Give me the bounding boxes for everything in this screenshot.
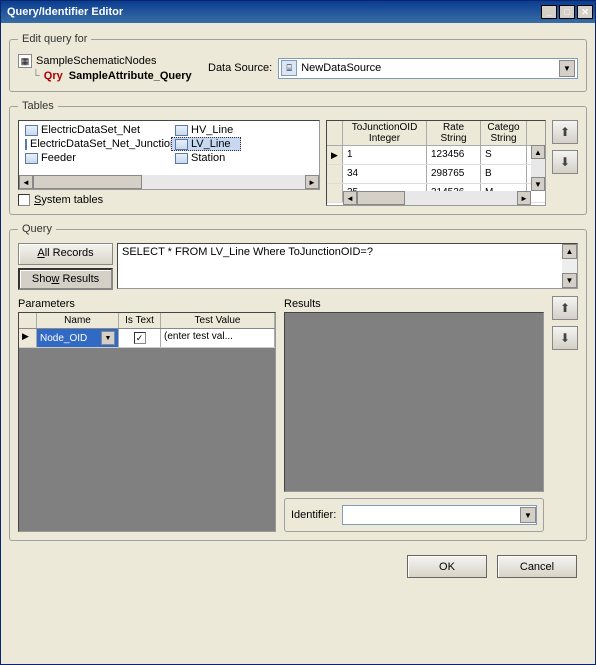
table-item-selected[interactable]: LV_Line: [171, 137, 241, 151]
tree-connector-icon: └: [32, 70, 40, 82]
parameters-grid[interactable]: Name Is Text Test Value ▶ Node_OID ▼: [18, 312, 276, 532]
move-down-button[interactable]: ⬇: [552, 150, 578, 174]
datasource-icon: ⌸: [281, 60, 297, 76]
tables-hscroll[interactable]: ◄ ►: [19, 175, 319, 189]
data-source-dropdown[interactable]: ⌸ NewDataSource ▼: [278, 58, 578, 79]
all-records-button[interactable]: All Records: [18, 243, 113, 265]
chevron-down-icon[interactable]: ▼: [520, 507, 536, 523]
maximize-button[interactable]: □: [559, 5, 575, 19]
minimize-button[interactable]: _: [541, 5, 557, 19]
col-header[interactable]: ToJunctionOIDInteger: [343, 121, 427, 145]
col-name[interactable]: Name: [37, 313, 119, 328]
table-item[interactable]: Station: [171, 151, 241, 165]
ok-button[interactable]: OK: [407, 555, 487, 578]
table-icon: [25, 125, 38, 136]
table-item[interactable]: ElectricDataSet_Net_Junctions: [21, 137, 171, 151]
scroll-thumb[interactable]: [33, 175, 142, 189]
title-bar: Query/Identifier Editor _ □ ✕: [1, 1, 595, 23]
results-move-down-button[interactable]: ⬇: [552, 326, 578, 350]
grid-hscroll[interactable]: ◄ ►: [343, 191, 531, 205]
scroll-down-icon[interactable]: ▼: [531, 177, 545, 191]
grid-vscroll[interactable]: ▲ ▼: [531, 145, 545, 191]
col-testvalue[interactable]: Test Value: [161, 313, 275, 328]
dialog-footer: OK Cancel: [9, 549, 587, 584]
table-icon: [175, 139, 188, 150]
sql-textarea[interactable]: SELECT * FROM LV_Line Where ToJunctionOI…: [117, 243, 578, 289]
chevron-down-icon[interactable]: ▼: [559, 60, 575, 77]
qry-name: SampleAttribute_Query: [69, 70, 192, 82]
grid-row[interactable]: ▶ 1 123456 S: [327, 146, 545, 165]
param-name-cell[interactable]: Node_OID ▼: [37, 329, 119, 347]
chevron-down-icon[interactable]: ▼: [101, 331, 115, 345]
table-item[interactable]: HV_Line: [171, 123, 241, 137]
scroll-left-icon[interactable]: ◄: [19, 175, 33, 189]
cancel-button[interactable]: Cancel: [497, 555, 577, 578]
window-title: Query/Identifier Editor: [7, 6, 539, 18]
scroll-right-icon[interactable]: ►: [517, 191, 531, 205]
col-istext[interactable]: Is Text: [119, 313, 161, 328]
identifier-label: Identifier:: [291, 509, 336, 521]
schematic-icon: ▦: [18, 54, 32, 68]
show-results-button[interactable]: Show Results: [18, 268, 113, 290]
scroll-up-icon[interactable]: ▲: [562, 244, 577, 259]
tables-legend: Tables: [18, 100, 58, 112]
system-tables-label: System tables: [34, 194, 103, 206]
tree-root[interactable]: ▦ SampleSchematicNodes: [18, 53, 198, 69]
col-header[interactable]: RateString: [427, 121, 481, 145]
system-tables-checkbox[interactable]: [18, 194, 30, 206]
table-item[interactable]: ElectricDataSet_Net: [21, 123, 171, 137]
query-tree[interactable]: ▦ SampleSchematicNodes └ Qry SampleAttri…: [18, 53, 198, 83]
table-icon: [175, 125, 188, 136]
identifier-dropdown[interactable]: ▼: [342, 505, 537, 525]
param-row[interactable]: ▶ Node_OID ▼ ✓ (enter test val...: [19, 329, 275, 348]
query-legend: Query: [18, 223, 56, 235]
grid-row[interactable]: 34 298765 B: [327, 165, 545, 184]
data-source-value: NewDataSource: [301, 62, 559, 74]
table-icon: [25, 153, 38, 164]
results-label: Results: [284, 296, 544, 312]
tables-group: Tables ElectricDataSet_Net ElectricDataS…: [9, 100, 587, 215]
tree-query[interactable]: └ Qry SampleAttribute_Query: [18, 69, 198, 83]
scroll-track[interactable]: [33, 175, 305, 189]
col-header[interactable]: CategoString: [481, 121, 527, 145]
param-istext-cell[interactable]: ✓: [119, 329, 161, 347]
table-icon: [175, 153, 188, 164]
scroll-down-icon[interactable]: ▼: [562, 273, 577, 288]
table-item[interactable]: Feeder: [21, 151, 171, 165]
row-marker-icon: ▶: [331, 150, 338, 160]
edit-query-group: Edit query for ▦ SampleSchematicNodes └ …: [9, 33, 587, 92]
identifier-group: Identifier: ▼: [284, 498, 544, 532]
istext-checkbox[interactable]: ✓: [134, 332, 146, 344]
sql-vscroll[interactable]: ▲ ▼: [562, 244, 577, 288]
tree-root-label: SampleSchematicNodes: [36, 55, 156, 67]
query-group: Query All Records Show Results SELECT * …: [9, 223, 587, 541]
table-icon: [25, 139, 27, 150]
results-grid[interactable]: [284, 312, 544, 492]
param-testvalue-cell[interactable]: (enter test val...: [161, 329, 275, 347]
preview-grid[interactable]: ToJunctionOIDInteger RateString CategoSt…: [326, 120, 546, 206]
scroll-left-icon[interactable]: ◄: [343, 191, 357, 205]
parameters-label: Parameters: [18, 296, 276, 312]
qry-prefix: Qry: [44, 70, 63, 82]
scroll-up-icon[interactable]: ▲: [531, 145, 545, 159]
move-up-button[interactable]: ⬆: [552, 120, 578, 144]
data-source-label: Data Source:: [208, 62, 272, 74]
row-marker-icon: ▶: [22, 331, 29, 341]
results-move-up-button[interactable]: ⬆: [552, 296, 578, 320]
close-button[interactable]: ✕: [577, 5, 593, 19]
scroll-right-icon[interactable]: ►: [305, 175, 319, 189]
sql-text: SELECT * FROM LV_Line Where ToJunctionOI…: [122, 246, 373, 258]
tables-list[interactable]: ElectricDataSet_Net ElectricDataSet_Net_…: [18, 120, 320, 190]
edit-query-legend: Edit query for: [18, 33, 91, 45]
